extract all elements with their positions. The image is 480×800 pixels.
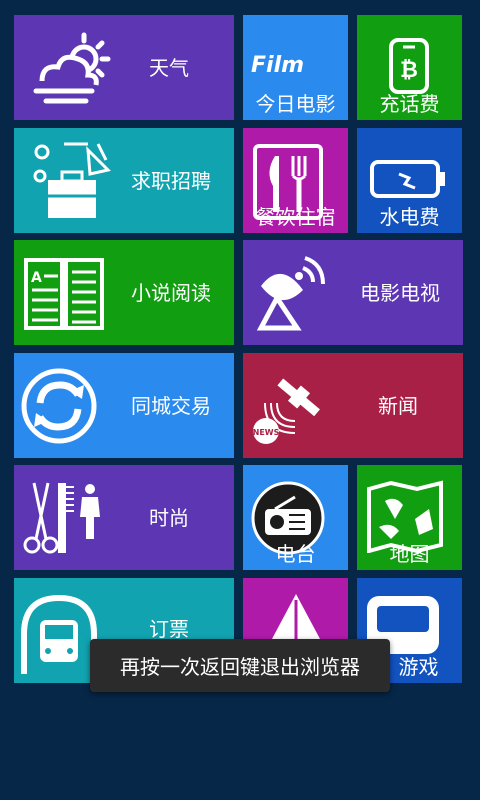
cloud-sun-icon [33,32,111,104]
tile-weather-label: 天气 [149,55,189,80]
tile-novels[interactable]: A 小说阅读 [14,240,234,345]
tile-utilities-label: 水电费 [379,205,440,229]
tile-trade-label: 同城交易 [131,393,211,418]
tile-dining-label: 餐饮住宿 [255,205,336,229]
tile-fashion-label: 时尚 [149,505,189,530]
tile-news-label: 新闻 [378,393,418,418]
satellite-dish-icon [256,256,325,331]
scissors-comb-icon [23,482,100,554]
refresh-icon [21,368,97,444]
tile-recharge[interactable]: ₿ 充话费 [357,15,462,120]
tile-trade[interactable]: 同城交易 [14,353,234,458]
film-logo-icon: Film [251,53,304,78]
briefcase-icon [33,142,111,218]
film-logo-text: Film [251,53,305,78]
phone-bitcoin-icon: ₿ [389,38,429,94]
tile-movies-tv[interactable]: 电影电视 [243,240,463,345]
tile-movies-today-label: 今日电影 [255,92,336,116]
tile-recharge-label: 充话费 [379,92,440,116]
tile-map[interactable]: 地图 [357,465,462,570]
book-icon: A [24,258,104,330]
tile-jobs[interactable]: 求职招聘 [14,128,234,233]
tile-movies-today[interactable]: Film 今日电影 [243,15,348,120]
tile-radio[interactable]: 电台 [243,465,348,570]
news-badge-text: NEWS [253,428,280,437]
tile-tickets-label: 订票 [149,617,189,641]
tile-novels-label: 小说阅读 [131,280,211,305]
svg-text:A: A [31,270,42,286]
tile-map-label: 地图 [389,542,430,566]
tile-radio-label: 电台 [275,542,316,566]
satellite-news-icon: NEWS [253,378,320,444]
battery-icon [370,160,445,198]
tile-news[interactable]: NEWS 新闻 [243,353,463,458]
exit-toast-message: 再按一次返回键退出浏览器 [120,655,360,679]
tile-jobs-label: 求职招聘 [131,168,211,193]
train-icon [21,594,97,674]
tile-dining[interactable]: 餐饮住宿 [243,128,348,233]
tile-movies-tv-label: 电影电视 [360,280,440,305]
svg-text:₿: ₿ [400,58,418,83]
exit-toast: 再按一次返回键退出浏览器 [90,639,390,692]
tile-fashion[interactable]: 时尚 [14,465,234,570]
tile-utilities[interactable]: 水电费 [357,128,462,233]
tile-weather[interactable]: 天气 [14,15,234,120]
